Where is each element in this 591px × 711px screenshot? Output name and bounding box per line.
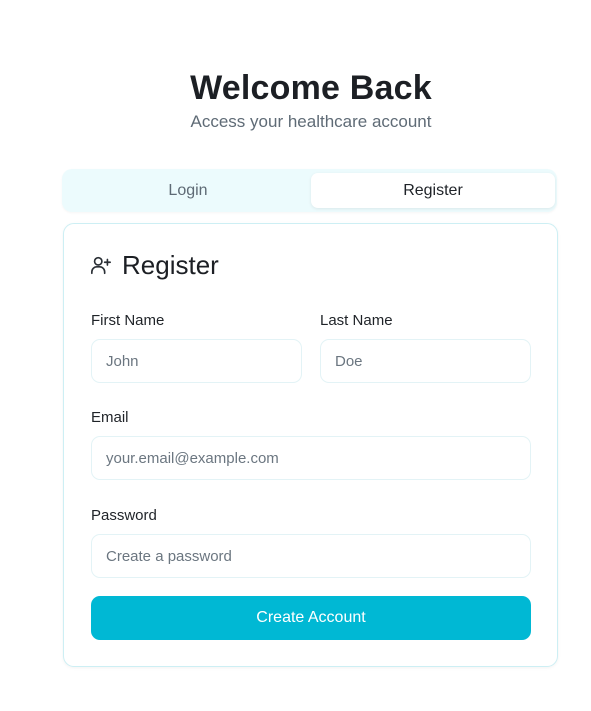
last-name-label: Last Name [320, 312, 393, 329]
page-title: Welcome Back [190, 69, 432, 107]
create-account-button[interactable]: Create Account [91, 596, 531, 640]
register-card: Register First Name Last Name Email Pass… [63, 223, 558, 667]
email-label: Email [91, 409, 129, 426]
card-title: Register [90, 248, 219, 282]
page-subtitle: Access your healthcare account [190, 112, 432, 131]
register-page: Welcome Back Access your healthcare acco… [0, 0, 591, 711]
card-title-label: Register [122, 250, 219, 280]
tab-login[interactable]: Login [66, 173, 310, 208]
page-header: Welcome Back Access your healthcare acco… [0, 66, 591, 134]
user-plus-icon [90, 254, 112, 276]
first-name-label: First Name [91, 312, 165, 329]
tab-register[interactable]: Register [311, 173, 555, 208]
email-field[interactable] [91, 436, 531, 480]
last-name-input[interactable] [320, 339, 531, 383]
password-field[interactable] [91, 534, 531, 578]
password-label: Password [91, 507, 157, 524]
first-name-input[interactable] [91, 339, 302, 383]
auth-tabs: Login Register [62, 169, 557, 212]
